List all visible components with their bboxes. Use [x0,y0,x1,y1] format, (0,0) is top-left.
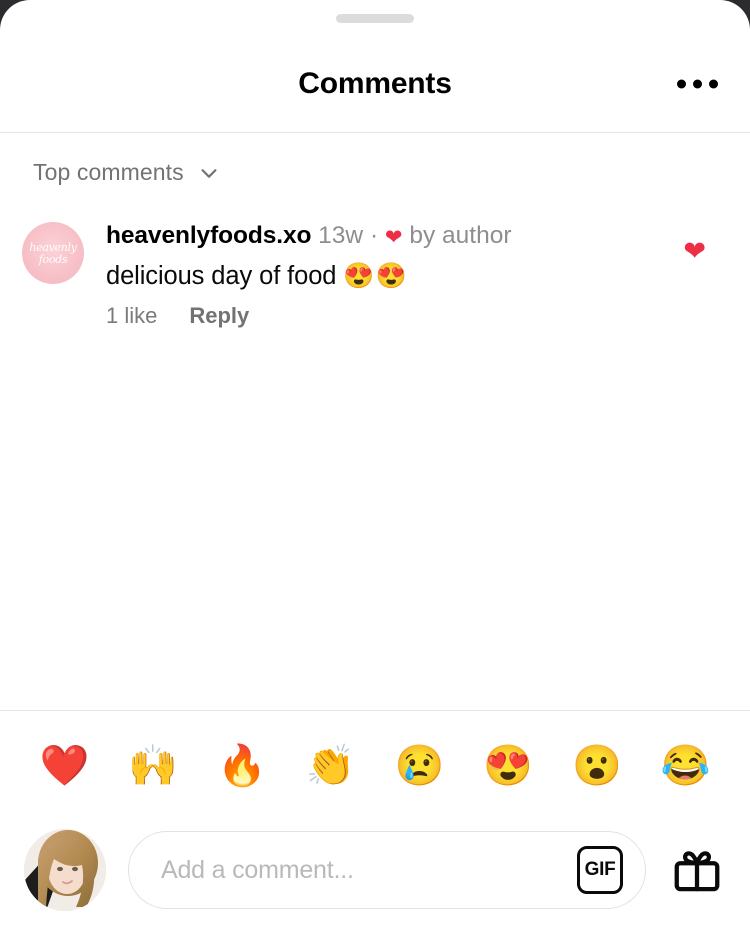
liked-by-author-label: by author [409,222,512,249]
comment-composer: Add a comment... GIF [0,820,750,930]
comment-like-count[interactable]: 1 like [106,303,157,329]
comment-input[interactable]: Add a comment... [161,856,577,885]
comment-input-container[interactable]: Add a comment... GIF [128,831,646,909]
avatar-brand-logo: heavenly foods [22,222,84,284]
more-dot [677,79,686,89]
comment-username[interactable]: heavenlyfoods.xo [106,222,311,249]
more-dot [709,79,718,89]
quick-emoji-bar: ❤️ 🙌 🔥 👏 😢 😍 😮 😂 [0,710,750,820]
emoji-smiling-face-with-heart-eyes[interactable]: 😍 [483,746,533,786]
more-horizontal-icon[interactable] [669,70,726,99]
comment-sort-label: Top comments [33,159,184,185]
comments-sheet: Comments Top comments heavenly foods hea… [0,0,750,930]
emoji-fire[interactable]: 🔥 [217,746,267,786]
comment-text-row: delicious day of food 😍😍 [106,258,658,294]
comment-text-emoji: 😍😍 [343,262,408,290]
comment-reply-button[interactable]: Reply [189,303,249,329]
comment-header-line: heavenlyfoods.xo 13w · ❤ by author [106,220,658,253]
page-title: Comments [298,67,452,100]
gif-button[interactable]: GIF [577,846,623,894]
emoji-clapping-hands[interactable]: 👏 [306,746,356,786]
heart-filled-icon: ❤ [384,226,403,249]
comment-text: delicious day of food [106,262,337,290]
more-dot [693,79,702,89]
comment-meta-separator: · [369,222,379,249]
drag-handle[interactable] [336,13,414,23]
gift-icon[interactable] [668,841,726,899]
chevron-down-icon [198,162,220,184]
emoji-red-heart[interactable]: ❤️ [39,746,89,786]
current-user-avatar[interactable] [24,829,106,911]
comment-body: heavenlyfoods.xo 13w · ❤ by author delic… [84,220,728,329]
comment-actions: 1 like Reply [106,303,658,329]
comment-list: heavenly foods heavenlyfoods.xo 13w · ❤ … [0,208,750,710]
emoji-raising-hands[interactable]: 🙌 [128,746,178,786]
comment-like-button[interactable]: ❤ [683,238,706,265]
heart-filled-icon: ❤ [683,236,706,266]
emoji-crying-face[interactable]: 😢 [394,746,444,786]
emoji-face-with-open-mouth[interactable]: 😮 [572,746,622,786]
sheet-header: Comments [0,36,750,133]
comment-sort-selector[interactable]: Top comments [0,133,220,208]
avatar-logo-line1: heavenly [29,240,77,254]
comment-item: heavenly foods heavenlyfoods.xo 13w · ❤ … [0,208,750,329]
sheet-drag-handle-area[interactable] [0,0,750,36]
avatar-logo-line2: foods [38,252,68,266]
emoji-face-with-tears-of-joy[interactable]: 😂 [661,746,711,786]
comment-timestamp: 13w [318,222,364,249]
avatar[interactable]: heavenly foods [22,222,84,284]
